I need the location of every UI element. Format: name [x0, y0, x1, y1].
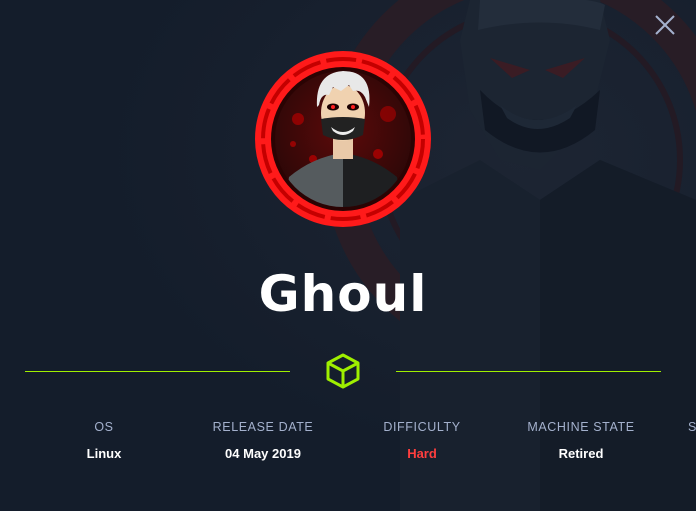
stat-release-date-label: RELEASE DATE [212, 420, 314, 434]
stat-difficulty: DIFFICULTY Hard [362, 419, 482, 462]
ghoul-avatar [255, 51, 431, 227]
machine-name: Ghoul [258, 265, 428, 323]
close-icon[interactable] [652, 12, 678, 38]
stat-clipped-label: S [688, 420, 696, 434]
stat-release-date: RELEASE DATE 04 May 2019 [193, 419, 333, 462]
stat-release-date-value: 04 May 2019 [225, 446, 301, 461]
stat-machine-state: MACHINE STATE Retired [511, 419, 651, 462]
stat-machine-state-value: Retired [558, 446, 604, 461]
stat-clipped: S [688, 419, 696, 435]
divider-right [396, 371, 661, 372]
stat-os-value: Linux [86, 446, 122, 461]
stat-difficulty-value: Hard [407, 446, 437, 461]
machine-profile-modal: Ghoul OS Linux RELEASE DATE 04 May 2019 … [0, 0, 696, 511]
divider-left [25, 371, 290, 372]
stat-os-label: OS [94, 420, 114, 434]
stat-machine-state-label: MACHINE STATE [527, 420, 635, 434]
cube-icon [326, 353, 360, 389]
stat-os: OS Linux [44, 419, 164, 462]
stat-difficulty-label: DIFFICULTY [383, 420, 461, 434]
